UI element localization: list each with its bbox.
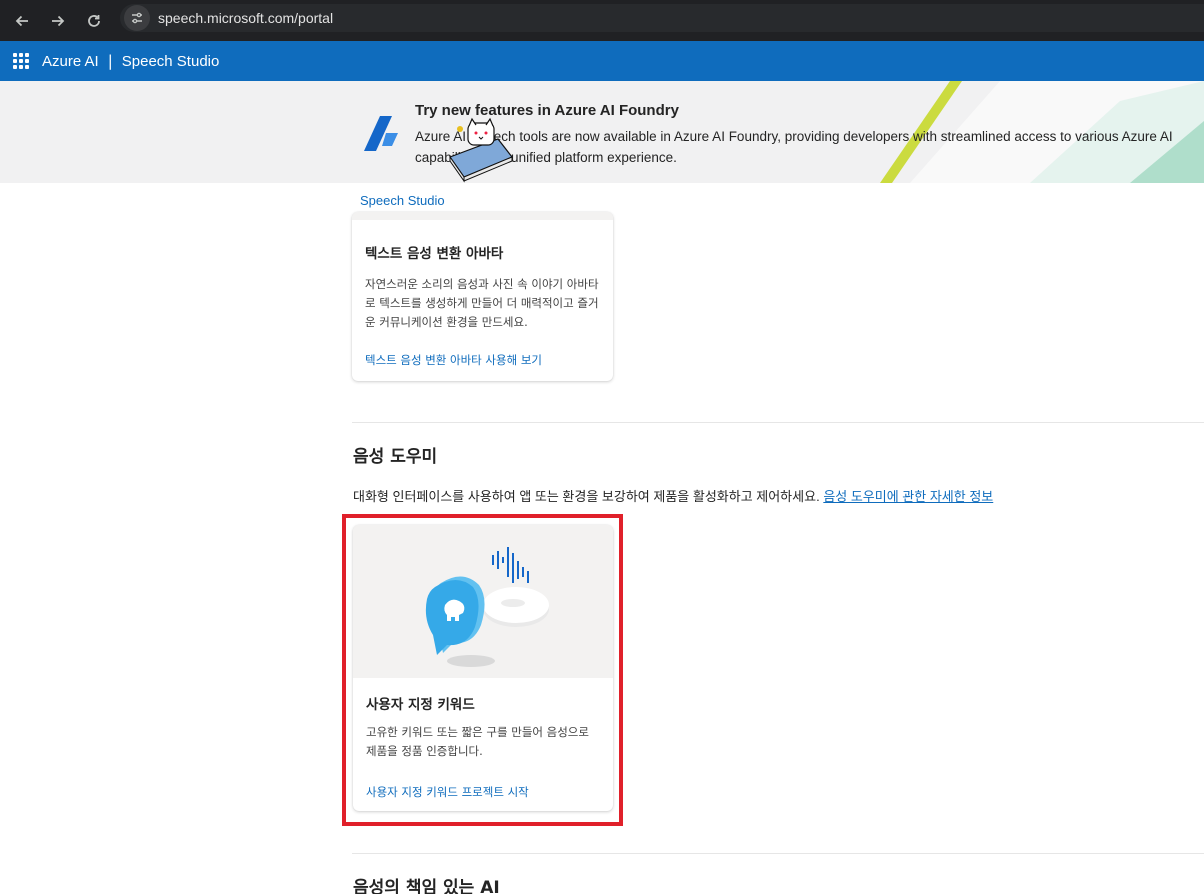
voice-assistant-illustration-icon xyxy=(425,547,549,667)
site-info-icon[interactable] xyxy=(124,5,150,31)
cat-mascot-icon xyxy=(449,117,513,183)
card-title: 사용자 지정 키워드 xyxy=(366,697,475,713)
header-separator: | xyxy=(107,52,113,70)
banner-text: Azure AI Speech tools are now available … xyxy=(415,129,1173,165)
forward-arrow-icon[interactable] xyxy=(40,3,76,39)
section-divider xyxy=(352,853,1204,854)
custom-keyword-card[interactable]: 사용자 지정 키워드 고유한 키워드 또는 짧은 구를 만들어 음성으로 제품을… xyxy=(353,525,613,811)
avatar-try-link[interactable]: 텍스트 음성 변환 아바타 사용해 보기 xyxy=(365,352,542,368)
voice-assistant-learn-more-link[interactable]: 음성 도우미에 관한 자세한 정보 xyxy=(823,489,993,504)
avatar-card[interactable]: 텍스트 음성 변환 아바타 자연스러운 소리의 음성과 사진 속 이야기 아바타… xyxy=(352,212,613,381)
brand-label[interactable]: Azure AI xyxy=(42,53,99,70)
section-description: 대화형 인터페이스를 사용하여 앱 또는 환경을 보강하여 제품을 활성화하고 … xyxy=(353,489,994,504)
start-custom-keyword-project-link[interactable]: 사용자 지정 키워드 프로젝트 시작 xyxy=(366,784,529,800)
address-bar[interactable]: speech.microsoft.com/portal xyxy=(120,4,1204,32)
back-arrow-icon[interactable] xyxy=(4,3,40,39)
card-description: 고유한 키워드 또는 짧은 구를 만들어 음성으로 제품을 정품 인증합니다. xyxy=(366,725,589,758)
section-title-voice-assistant: 음성 도우미 xyxy=(353,447,438,467)
browser-toolbar: speech.microsoft.com/portal xyxy=(0,0,1204,41)
card-illustration xyxy=(353,525,613,678)
card-description: 자연스러운 소리의 음성과 사진 속 이야기 아바타로 텍스트를 생성하게 만들… xyxy=(365,277,599,329)
top-header: Azure AI | Speech Studio xyxy=(0,41,1204,81)
breadcrumb[interactable]: Speech Studio xyxy=(360,193,445,208)
section-title-responsible-ai: 음성의 책임 있는 AI xyxy=(353,878,500,894)
card-title: 텍스트 음성 변환 아바타 xyxy=(365,246,504,262)
app-launcher-icon[interactable] xyxy=(13,53,29,69)
product-label[interactable]: Speech Studio xyxy=(122,53,220,70)
section-divider xyxy=(352,422,1204,423)
reload-icon[interactable] xyxy=(76,3,112,39)
url-text: speech.microsoft.com/portal xyxy=(158,10,334,26)
